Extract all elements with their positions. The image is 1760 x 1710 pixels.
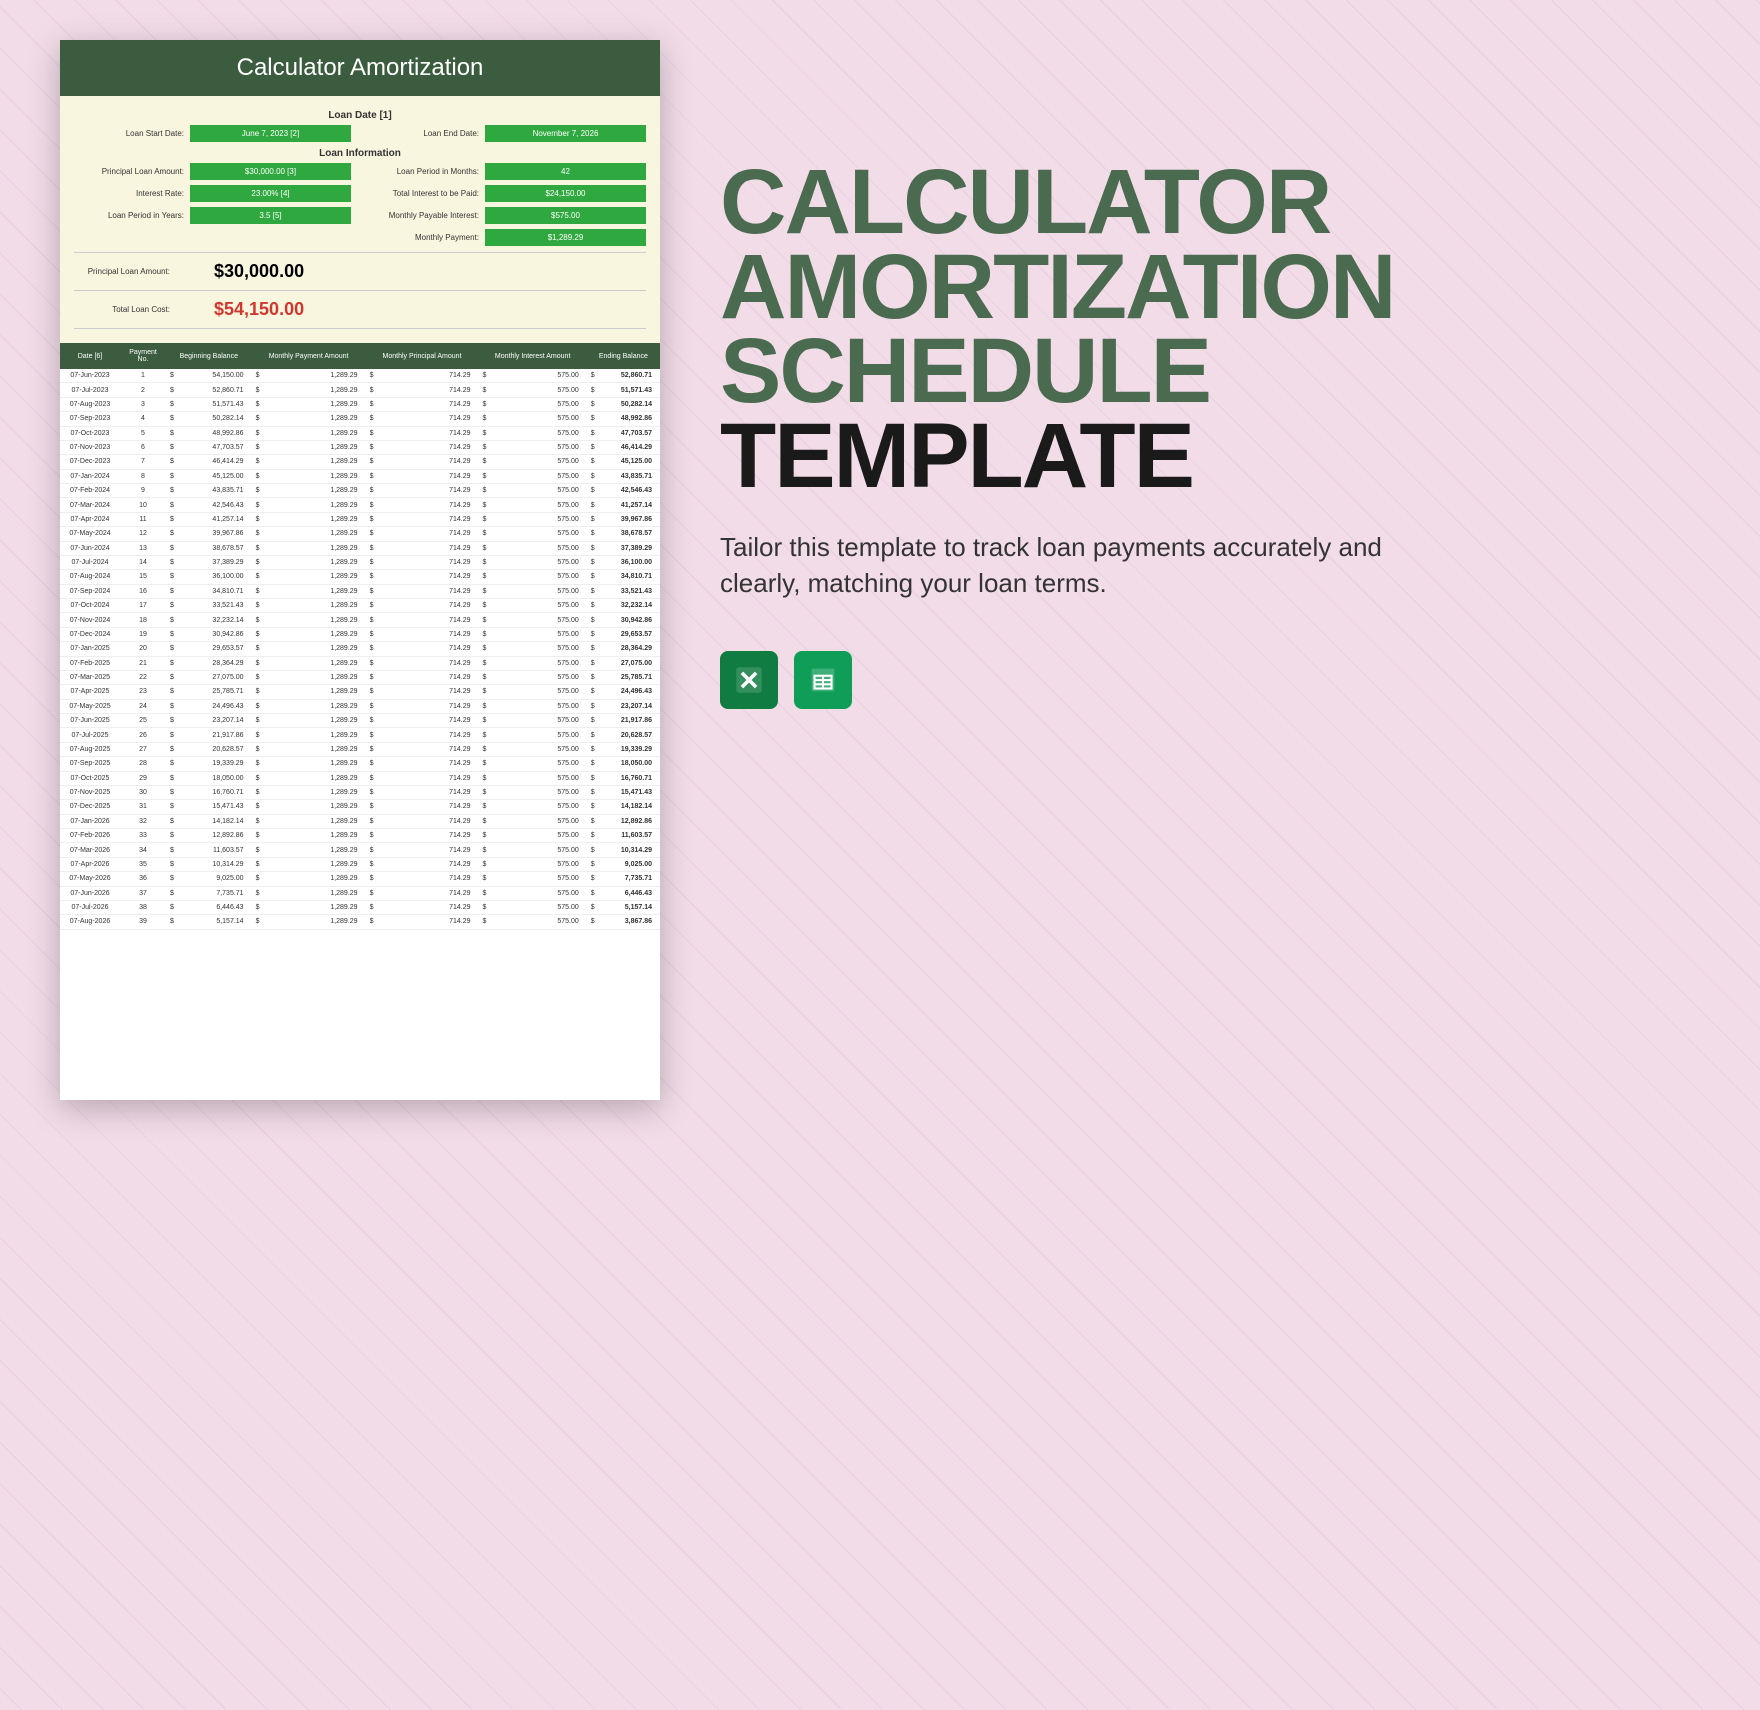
- table-row: 07-Dec-202419$30,942.86$1,289.29$714.29$…: [60, 627, 660, 641]
- table-row: 07-Apr-202635$10,314.29$1,289.29$714.29$…: [60, 857, 660, 871]
- field-value: $575.00: [485, 207, 646, 224]
- table-row: 07-Mar-202522$27,075.00$1,289.29$714.29$…: [60, 670, 660, 684]
- table-row: 07-Jan-202520$29,653.57$1,289.29$714.29$…: [60, 642, 660, 656]
- table-row: 07-Aug-202415$36,100.00$1,289.29$714.29$…: [60, 570, 660, 584]
- loan-info-section: Loan Information: [74, 142, 646, 163]
- field-label: Principal Loan Amount:: [74, 167, 184, 176]
- promo-title-line1: CALCULATOR: [720, 160, 1700, 245]
- table-row: 07-Dec-20237$46,414.29$1,289.29$714.29$5…: [60, 455, 660, 469]
- info-field: Total Interest to be Paid: $24,150.00: [369, 185, 646, 202]
- table-header: Payment No.: [120, 343, 166, 369]
- table-header: Ending Balance: [587, 343, 660, 369]
- table-row: 07-May-202412$39,967.86$1,289.29$714.29$…: [60, 527, 660, 541]
- table-row: 07-Jun-202525$23,207.14$1,289.29$714.29$…: [60, 714, 660, 728]
- excel-icon: [720, 651, 778, 709]
- loan-date-section: Loan Date [1]: [74, 104, 646, 125]
- table-row: 07-Apr-202523$25,785.71$1,289.29$714.29$…: [60, 685, 660, 699]
- info-field: Monthly Payable Interest: $575.00: [369, 207, 646, 224]
- table-row: 07-Oct-202529$18,050.00$1,289.29$714.29$…: [60, 771, 660, 785]
- table-row: 07-Jul-202526$21,917.86$1,289.29$714.29$…: [60, 728, 660, 742]
- field-label: Loan Start Date:: [74, 129, 184, 138]
- google-sheets-icon: [794, 651, 852, 709]
- field-value: 42: [485, 163, 646, 180]
- field-label: Interest Rate:: [74, 189, 184, 198]
- field-label: Monthly Payable Interest:: [369, 211, 479, 220]
- table-row: 07-Jul-202414$37,389.29$1,289.29$714.29$…: [60, 555, 660, 569]
- table-header: Date [6]: [60, 343, 120, 369]
- table-row: 07-Apr-202411$41,257.14$1,289.29$714.29$…: [60, 512, 660, 526]
- info-field: Loan Period in Years: 3.5 [5]: [74, 207, 351, 224]
- info-field: Loan End Date: November 7, 2026: [369, 125, 646, 142]
- promo-title-line4: TEMPLATE: [720, 414, 1700, 499]
- info-field: Monthly Payment: $1,289.29: [369, 229, 646, 246]
- field-label: Monthly Payment:: [369, 233, 479, 242]
- promo-title-line3: SCHEDULE: [720, 329, 1700, 414]
- table-row: 07-Nov-202418$32,232.14$1,289.29$714.29$…: [60, 613, 660, 627]
- field-value: November 7, 2026: [485, 125, 646, 142]
- table-row: 07-Feb-202633$12,892.86$1,289.29$714.29$…: [60, 829, 660, 843]
- table-row: 07-May-202636$9,025.00$1,289.29$714.29$5…: [60, 872, 660, 886]
- table-row: 07-Feb-202521$28,364.29$1,289.29$714.29$…: [60, 656, 660, 670]
- field-label: Loan End Date:: [369, 129, 479, 138]
- table-row: 07-Jul-202638$6,446.43$1,289.29$714.29$5…: [60, 900, 660, 914]
- table-header: Monthly Principal Amount: [366, 343, 479, 369]
- table-row: 07-Sep-20234$50,282.14$1,289.29$714.29$5…: [60, 412, 660, 426]
- table-row: 07-Sep-202416$34,810.71$1,289.29$714.29$…: [60, 584, 660, 598]
- info-field: Loan Start Date: June 7, 2023 [2]: [74, 125, 351, 142]
- table-row: 07-Oct-20235$48,992.86$1,289.29$714.29$5…: [60, 426, 660, 440]
- field-value: June 7, 2023 [2]: [190, 125, 351, 142]
- table-row: 07-Nov-20236$47,703.57$1,289.29$714.29$5…: [60, 440, 660, 454]
- field-value: 23.00% [4]: [190, 185, 351, 202]
- table-row: 07-Jul-20232$52,860.71$1,289.29$714.29$5…: [60, 383, 660, 397]
- field-label: Loan Period in Years:: [74, 211, 184, 220]
- info-field: Principal Loan Amount: $30,000.00 [3]: [74, 163, 351, 180]
- field-value: 3.5 [5]: [190, 207, 351, 224]
- table-row: 07-Dec-202531$15,471.43$1,289.29$714.29$…: [60, 800, 660, 814]
- table-row: 07-Jan-202632$14,182.14$1,289.29$714.29$…: [60, 814, 660, 828]
- field-value: $30,000.00 [3]: [190, 163, 351, 180]
- table-row: 07-May-202524$24,496.43$1,289.29$714.29$…: [60, 699, 660, 713]
- table-row: 07-Jun-202637$7,735.71$1,289.29$714.29$5…: [60, 886, 660, 900]
- table-row: 07-Oct-202417$33,521.43$1,289.29$714.29$…: [60, 599, 660, 613]
- table-header: Monthly Interest Amount: [479, 343, 587, 369]
- table-row: 07-Aug-20233$51,571.43$1,289.29$714.29$5…: [60, 397, 660, 411]
- table-row: 07-Sep-202528$19,339.29$1,289.29$714.29$…: [60, 757, 660, 771]
- table-row: 07-Jun-20231$54,150.00$1,289.29$714.29$5…: [60, 369, 660, 383]
- table-header: Beginning Balance: [166, 343, 252, 369]
- summary-principal-label: Principal Loan Amount:: [74, 267, 184, 276]
- info-field: Interest Rate: 23.00% [4]: [74, 185, 351, 202]
- doc-title: Calculator Amortization: [60, 40, 660, 96]
- table-row: 07-Aug-202527$20,628.57$1,289.29$714.29$…: [60, 742, 660, 756]
- field-label: Loan Period in Months:: [369, 167, 479, 176]
- field-value: $24,150.00: [485, 185, 646, 202]
- table-row: 07-Nov-202530$16,760.71$1,289.29$714.29$…: [60, 785, 660, 799]
- table-row: 07-Feb-20249$43,835.71$1,289.29$714.29$5…: [60, 484, 660, 498]
- field-label: Total Interest to be Paid:: [369, 189, 479, 198]
- amortization-table: Date [6]Payment No.Beginning BalanceMont…: [60, 343, 660, 930]
- table-row: 07-Mar-202634$11,603.57$1,289.29$714.29$…: [60, 843, 660, 857]
- table-row: 07-Mar-202410$42,546.43$1,289.29$714.29$…: [60, 498, 660, 512]
- info-field: Loan Period in Months: 42: [369, 163, 646, 180]
- table-header: Monthly Payment Amount: [252, 343, 366, 369]
- promo-subtitle: Tailor this template to track loan payme…: [720, 529, 1440, 602]
- document-preview: Calculator Amortization Loan Date [1] Lo…: [60, 40, 660, 1100]
- table-row: 07-Aug-202639$5,157.14$1,289.29$714.29$5…: [60, 915, 660, 929]
- table-row: 07-Jan-20248$45,125.00$1,289.29$714.29$5…: [60, 469, 660, 483]
- summary-principal-value: $30,000.00: [184, 261, 304, 282]
- summary-total-value: $54,150.00: [184, 299, 304, 320]
- summary-total-label: Total Loan Cost:: [74, 305, 184, 314]
- field-value: $1,289.29: [485, 229, 646, 246]
- promo-title-line2: AMORTIZATION: [720, 245, 1700, 330]
- table-row: 07-Jun-202413$38,678.57$1,289.29$714.29$…: [60, 541, 660, 555]
